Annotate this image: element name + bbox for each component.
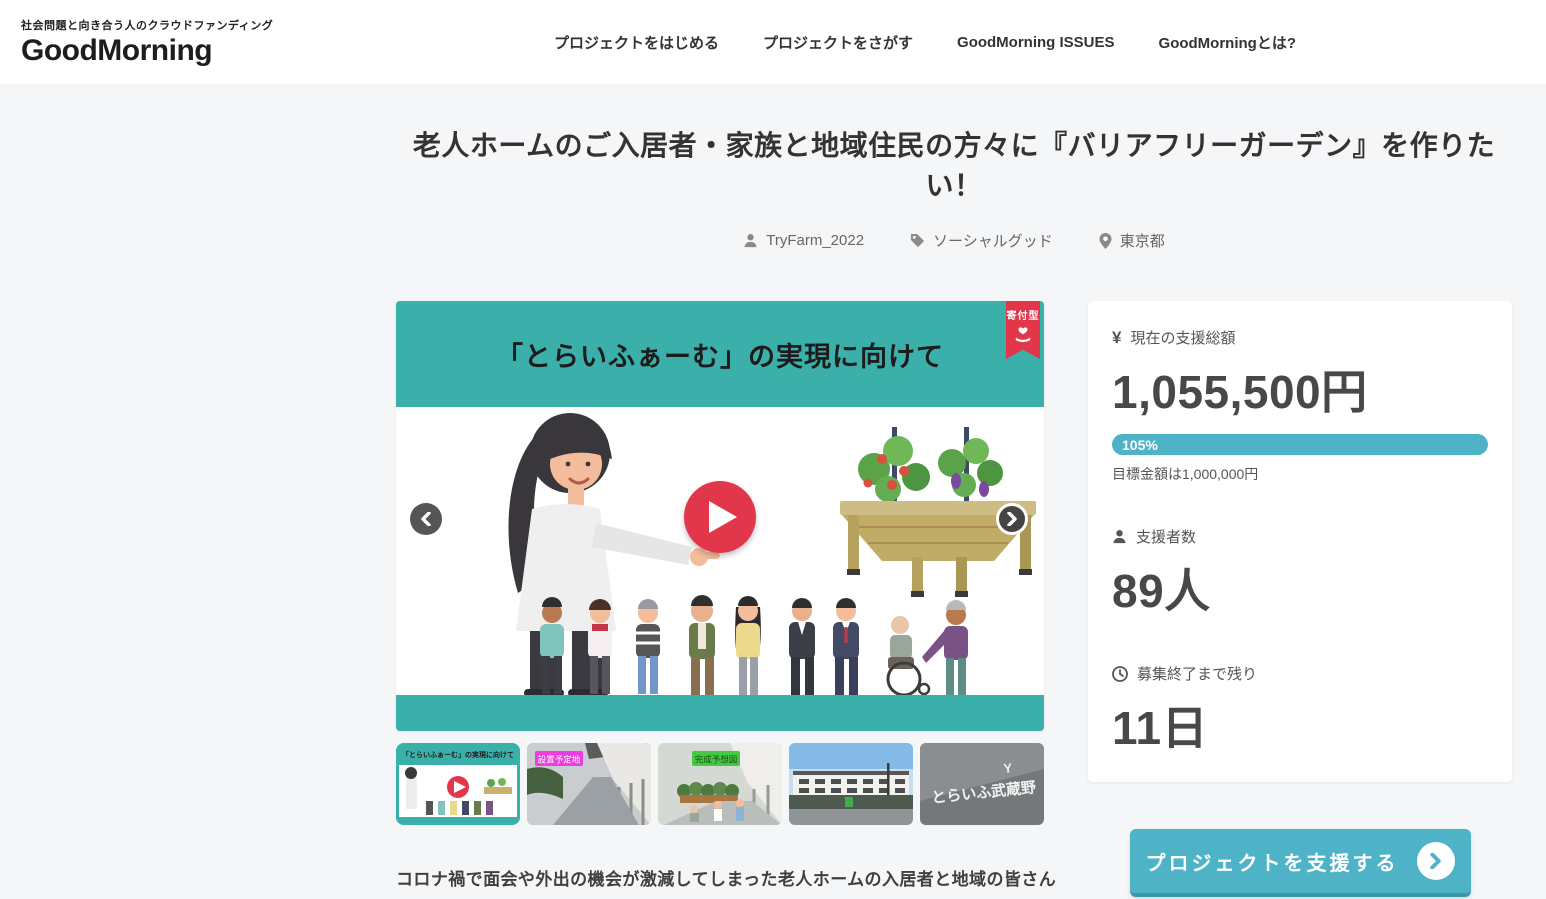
thumbnail-rendering-photo[interactable]: 完成予想図 (658, 743, 782, 825)
chevron-right-icon (1006, 512, 1018, 526)
nav-issues[interactable]: GoodMorning ISSUES (957, 34, 1115, 51)
logo-tagline: 社会問題と向き合う人のクラウドファンディング (21, 17, 273, 33)
yen-icon: ¥ (1112, 328, 1121, 348)
tag-icon (910, 233, 925, 248)
nav-about[interactable]: GoodMorningとは? (1159, 32, 1296, 53)
thumbnail-signage-photo[interactable]: Y とらいふ武蔵野 (920, 743, 1044, 825)
project-meta: TryFarm_2022 ソーシャルグッド 東京都 (396, 230, 1512, 251)
funding-stats-card: ¥ 現在の支援総額 1,055,500円 105% 目標金額は1,000,000… (1088, 301, 1512, 782)
thumbnail-building-photo[interactable] (789, 743, 913, 825)
project-category-link[interactable]: ソーシャルグッド (910, 230, 1053, 251)
people-figures (540, 595, 968, 695)
thumb3-label: 完成予想図 (695, 755, 738, 765)
main-nav: プロジェクトをはじめる プロジェクトをさがす GoodMorning ISSUE… (554, 32, 1296, 53)
thumbnail-site-photo[interactable]: 設置予定地 (527, 743, 651, 825)
supporters-label: 支援者数 (1136, 526, 1196, 547)
site-logo[interactable]: 社会問題と向き合う人のクラウドファンディング GoodMorning (21, 17, 273, 68)
deadline-label: 募集終了まで残り (1137, 663, 1257, 684)
deadline-label-row: 募集終了まで残り (1112, 663, 1488, 684)
play-icon (709, 501, 737, 533)
carousel-prev-button[interactable] (410, 503, 442, 535)
clock-icon (1112, 666, 1128, 682)
progress-bar: 105% (1112, 434, 1488, 455)
thumbnail-video[interactable]: 「とらいふぁーむ」の実現に向けて (396, 743, 520, 825)
category-name: ソーシャルグッド (933, 230, 1053, 251)
person-icon (1112, 529, 1127, 544)
total-label-row: ¥ 現在の支援総額 (1112, 327, 1488, 348)
goal-text: 目標金額は1,000,000円 (1112, 464, 1488, 484)
location-name: 東京都 (1120, 230, 1165, 251)
total-amount: 1,055,500円 (1112, 356, 1488, 422)
person-icon (743, 233, 758, 248)
video-play-button[interactable] (684, 481, 756, 553)
project-location-link[interactable]: 東京都 (1099, 230, 1165, 251)
hero-ground-strip (396, 695, 1044, 731)
nav-find-project[interactable]: プロジェクトをさがす (763, 32, 913, 53)
total-label: 現在の支援総額 (1130, 327, 1235, 348)
thumb-video-caption: 「とらいふぁーむ」の実現に向けて (402, 750, 514, 759)
days-left: 11日 (1112, 692, 1488, 758)
map-pin-icon (1099, 233, 1112, 249)
support-button-label: プロジェクトを支援する (1146, 847, 1399, 876)
progress-percent: 105% (1112, 437, 1158, 453)
thumb2-label: 設置予定地 (538, 755, 581, 765)
hero-video-slide: 「とらいふぁーむ」の実現に向けて (396, 301, 1044, 731)
support-project-button[interactable]: プロジェクトを支援する (1130, 829, 1471, 897)
logo-name: GoodMorning (21, 34, 273, 68)
page-title: 老人ホームのご入居者・家族と地域住民の方々に『バリアフリーガーデン』を作りたい！ (396, 124, 1512, 204)
site-header: 社会問題と向き合う人のクラウドファンディング GoodMorning プロジェク… (0, 0, 1546, 84)
project-description: コロナ禍で面会や外出の機会が激減してしまった老人ホームの入居者と地域の皆さんに、… (396, 863, 1056, 899)
nav-start-project[interactable]: プロジェクトをはじめる (554, 32, 719, 53)
supporters-label-row: 支援者数 (1112, 526, 1488, 547)
carousel-next-button[interactable] (996, 503, 1028, 535)
arrow-right-icon (1417, 842, 1455, 880)
project-owner-link[interactable]: TryFarm_2022 (743, 232, 864, 249)
donation-type-label: 寄付型 (1007, 307, 1040, 322)
carousel-thumbnails: 「とらいふぁーむ」の実現に向けて (396, 743, 1044, 825)
owner-name: TryFarm_2022 (766, 232, 864, 249)
page-body: 老人ホームのご入居者・家族と地域住民の方々に『バリアフリーガーデン』を作りたい！… (0, 84, 1546, 899)
chevron-left-icon (420, 512, 432, 526)
woman-figure (508, 413, 720, 697)
supporters-count: 89人 (1112, 555, 1488, 621)
hand-heart-icon (1014, 325, 1032, 343)
